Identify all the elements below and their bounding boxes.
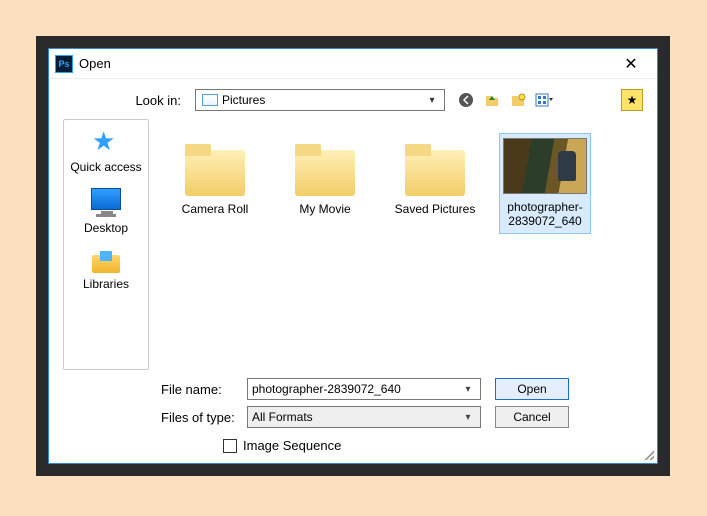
titlebar: Ps Open ✕	[49, 49, 657, 79]
up-one-level-button[interactable]	[481, 89, 503, 111]
place-desktop[interactable]: Desktop	[84, 188, 128, 235]
checkbox-icon	[223, 439, 237, 453]
chevron-down-icon: ▾	[460, 412, 476, 423]
lookin-toolbar: Look in: Pictures ▾	[49, 79, 657, 119]
image-sequence-checkbox-row[interactable]: Image Sequence	[223, 438, 643, 453]
close-button[interactable]: ✕	[611, 50, 651, 78]
filetype-value: All Formats	[252, 410, 460, 424]
favorites-button[interactable]: ★	[621, 89, 643, 111]
cancel-button[interactable]: Cancel	[495, 406, 569, 428]
lookin-combo[interactable]: Pictures ▾	[195, 89, 445, 111]
filename-combo[interactable]: photographer-2839072_640 ▾	[247, 378, 481, 400]
folder-icon	[403, 144, 467, 196]
quick-access-icon	[92, 130, 120, 156]
image-thumbnail	[503, 138, 587, 194]
filename-label: File name:	[161, 382, 247, 397]
star-icon: ★	[627, 93, 638, 107]
pictures-folder-icon	[202, 94, 218, 106]
desktop-icon	[91, 188, 121, 210]
filename-value: photographer-2839072_640	[252, 382, 460, 396]
photoshop-icon: Ps	[55, 55, 73, 73]
filetype-combo[interactable]: All Formats ▾	[247, 406, 481, 428]
places-bar: Quick access Desktop Libraries	[63, 119, 149, 370]
file-item-folder[interactable]: My Movie	[279, 133, 371, 221]
back-arrow-icon	[458, 92, 474, 108]
resize-grip-icon[interactable]	[642, 448, 654, 460]
chevron-down-icon: ▾	[424, 90, 440, 110]
place-label: Libraries	[83, 277, 129, 291]
nav-icons	[455, 89, 555, 111]
file-list[interactable]: Camera Roll My Movie Saved Pictures phot…	[149, 119, 643, 370]
open-dialog: Ps Open ✕ Look in: Pictures ▾	[48, 48, 658, 464]
folder-up-icon	[484, 92, 500, 108]
view-menu-icon	[535, 92, 553, 108]
filetype-label: Files of type:	[161, 410, 247, 425]
file-item-folder[interactable]: Saved Pictures	[389, 133, 481, 221]
dialog-title: Open	[79, 56, 611, 71]
view-menu-button[interactable]	[533, 89, 555, 111]
lookin-value: Pictures	[222, 93, 420, 107]
back-button[interactable]	[455, 89, 477, 111]
place-label: Desktop	[84, 221, 128, 235]
open-button[interactable]: Open	[495, 378, 569, 400]
libraries-icon	[92, 249, 120, 273]
new-folder-icon	[510, 92, 526, 108]
file-item-folder[interactable]: Camera Roll	[169, 133, 261, 221]
folder-icon	[183, 144, 247, 196]
chevron-down-icon: ▾	[460, 384, 476, 395]
place-libraries[interactable]: Libraries	[83, 249, 129, 291]
file-item-image-selected[interactable]: photographer-2839072_640	[499, 133, 591, 234]
image-sequence-label: Image Sequence	[243, 438, 341, 453]
place-label: Quick access	[70, 160, 141, 174]
new-folder-button[interactable]	[507, 89, 529, 111]
folder-icon	[293, 144, 357, 196]
place-quick-access[interactable]: Quick access	[70, 130, 141, 174]
lookin-label: Look in:	[63, 93, 189, 108]
bottom-form: File name: photographer-2839072_640 ▾ Op…	[49, 370, 657, 463]
